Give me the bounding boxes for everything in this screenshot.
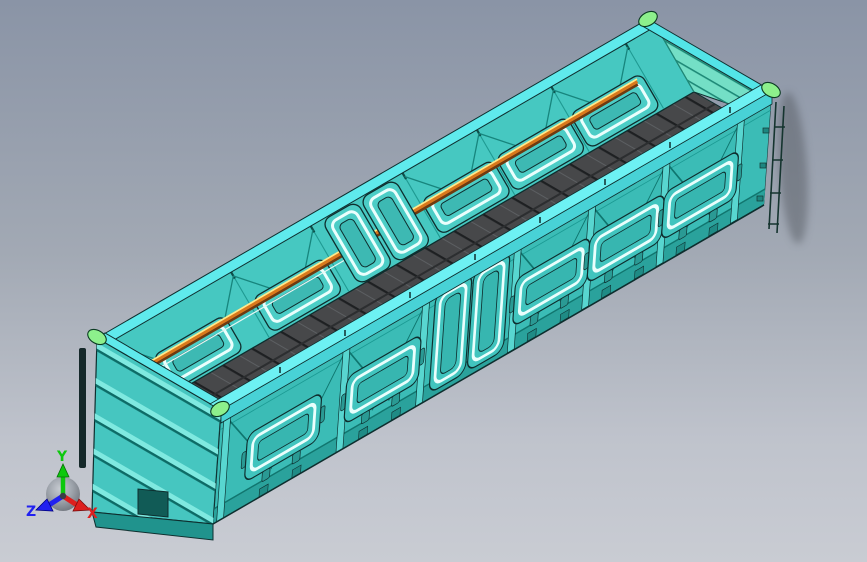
end-grab-iron[interactable] — [79, 348, 86, 468]
model-shadow — [778, 92, 808, 244]
cad-scene[interactable]: Y Z X — [0, 0, 867, 562]
axis-triad[interactable]: Y Z X — [26, 449, 98, 522]
x-axis-label: X — [87, 506, 98, 522]
y-axis-label: Y — [56, 449, 68, 465]
end-door-box[interactable] — [137, 488, 169, 518]
z-axis-label: Z — [26, 504, 36, 520]
triad-origin — [59, 492, 67, 500]
gondola-model[interactable] — [79, 8, 812, 541]
cad-viewport[interactable]: Y Z X — [0, 0, 867, 562]
